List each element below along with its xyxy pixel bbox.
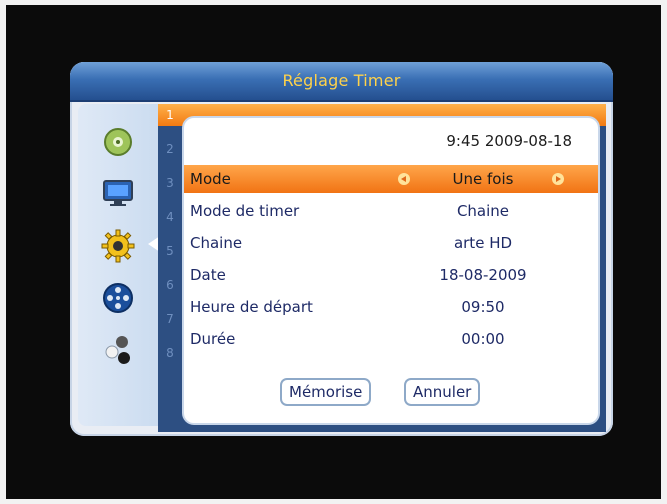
current-datetime: 9:45 2009-08-18 — [446, 132, 572, 150]
timer-slot-5[interactable]: 5 — [162, 244, 178, 258]
arrow-right-icon[interactable] — [552, 173, 564, 185]
field-value-duration: 00:00 — [461, 330, 505, 348]
field-row-timer-mode[interactable]: Mode de timer Chaine — [184, 197, 598, 225]
satellite-dish-icon[interactable] — [100, 124, 136, 160]
field-label-duration: Durée — [190, 330, 236, 348]
tv-icon[interactable] — [100, 176, 136, 212]
field-label-channel: Chaine — [190, 234, 243, 252]
tv-screen: Réglage Timer 1 2 3 4 5 6 7 8 9:45 2009-… — [6, 5, 661, 499]
window-title: Réglage Timer — [282, 71, 401, 90]
timer-slot-3[interactable]: 3 — [162, 176, 178, 190]
timer-slot-1[interactable]: 1 — [162, 108, 178, 122]
timer-slot-7[interactable]: 7 — [162, 312, 178, 326]
connect-icon[interactable] — [100, 332, 136, 368]
field-label-start-time: Heure de départ — [190, 298, 313, 316]
timer-slot-6[interactable]: 6 — [162, 278, 178, 292]
field-row-mode[interactable]: Mode Une fois — [184, 165, 598, 193]
timer-slot-8[interactable]: 8 — [162, 346, 178, 360]
timer-slot-4[interactable]: 4 — [162, 210, 178, 224]
gear-icon[interactable] — [100, 228, 136, 264]
menu-sidebar — [78, 104, 160, 426]
timer-settings-window: Réglage Timer 1 2 3 4 5 6 7 8 9:45 2009-… — [70, 62, 613, 436]
field-value-timer-mode: Chaine — [456, 202, 510, 220]
field-value-start-time: 09:50 — [461, 298, 505, 316]
field-row-channel[interactable]: Chaine arte HD — [184, 229, 598, 257]
field-row-date[interactable]: Date 18-08-2009 — [184, 261, 598, 289]
arrow-left-icon[interactable] — [398, 173, 410, 185]
timer-slot-2[interactable]: 2 — [162, 142, 178, 156]
film-reel-icon[interactable] — [100, 280, 136, 316]
field-label-mode: Mode — [190, 170, 231, 188]
field-value-mode: Une fois — [452, 170, 514, 188]
save-button[interactable]: Mémorise — [280, 378, 372, 406]
cancel-button[interactable]: Annuler — [404, 378, 481, 406]
timer-edit-dialog: 9:45 2009-08-18 Mode Une fois Mode de ti… — [182, 116, 600, 425]
window-title-bar: Réglage Timer — [70, 62, 613, 102]
field-label-timer-mode: Mode de timer — [190, 202, 300, 220]
field-label-date: Date — [190, 266, 226, 284]
field-value-channel: arte HD — [453, 234, 513, 252]
field-row-duration[interactable]: Durée 00:00 — [184, 325, 598, 353]
field-row-start-time[interactable]: Heure de départ 09:50 — [184, 293, 598, 321]
field-value-date: 18-08-2009 — [439, 266, 527, 284]
